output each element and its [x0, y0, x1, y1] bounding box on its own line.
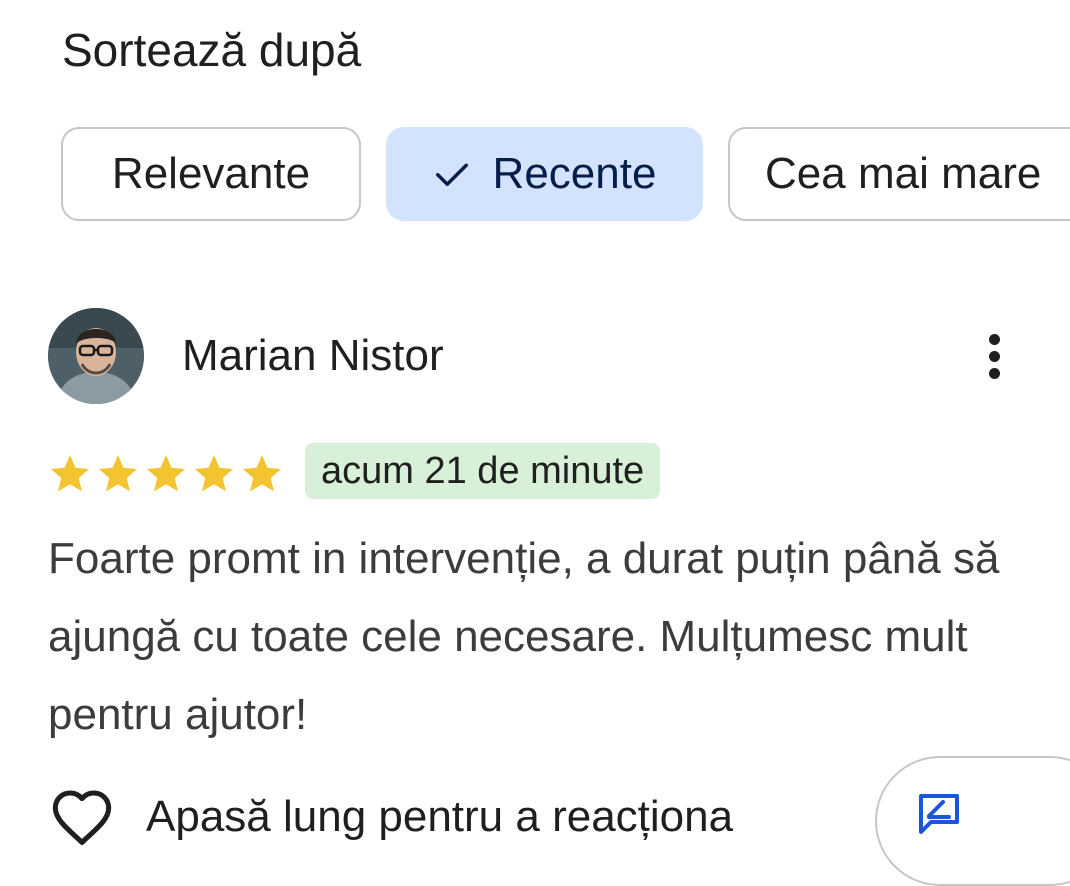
more-vert-icon[interactable]: [976, 332, 1016, 382]
review-time: acum 21 de minute: [305, 443, 661, 499]
star-icon: [242, 455, 282, 492]
avatar[interactable]: [48, 308, 144, 404]
star-icon: [98, 455, 138, 492]
sort-title: Sortează după: [62, 24, 362, 76]
react-label: Apasă lung pentru a reacționa: [146, 792, 734, 841]
react-row[interactable]: Apasă lung pentru a reacționa: [50, 782, 733, 852]
review-text: Foarte promt in intervenție, a durat puț…: [48, 534, 1000, 739]
review-author[interactable]: Marian Nistor: [182, 328, 444, 384]
avatar-image: [48, 308, 144, 404]
chip-label: Recente: [492, 149, 657, 198]
chip-label: Cea mai mare: [765, 149, 1042, 198]
reply-button[interactable]: [875, 756, 1070, 886]
star-icon: [50, 455, 90, 492]
check-icon: [435, 163, 468, 187]
chip-relevante[interactable]: Relevante: [61, 127, 361, 221]
star-rating: [48, 452, 284, 496]
heart-outline-icon[interactable]: [50, 787, 114, 847]
reply-icon: [919, 794, 959, 834]
chip-cea-mai-mare[interactable]: Cea mai mare: [728, 127, 1070, 221]
chip-label: Relevante: [111, 149, 311, 198]
star-icon: [146, 455, 186, 492]
sort-chips: Relevante Recente Cea mai mare: [0, 127, 1070, 225]
star-icon: [194, 455, 234, 492]
chip-recente[interactable]: Recente: [386, 127, 703, 221]
